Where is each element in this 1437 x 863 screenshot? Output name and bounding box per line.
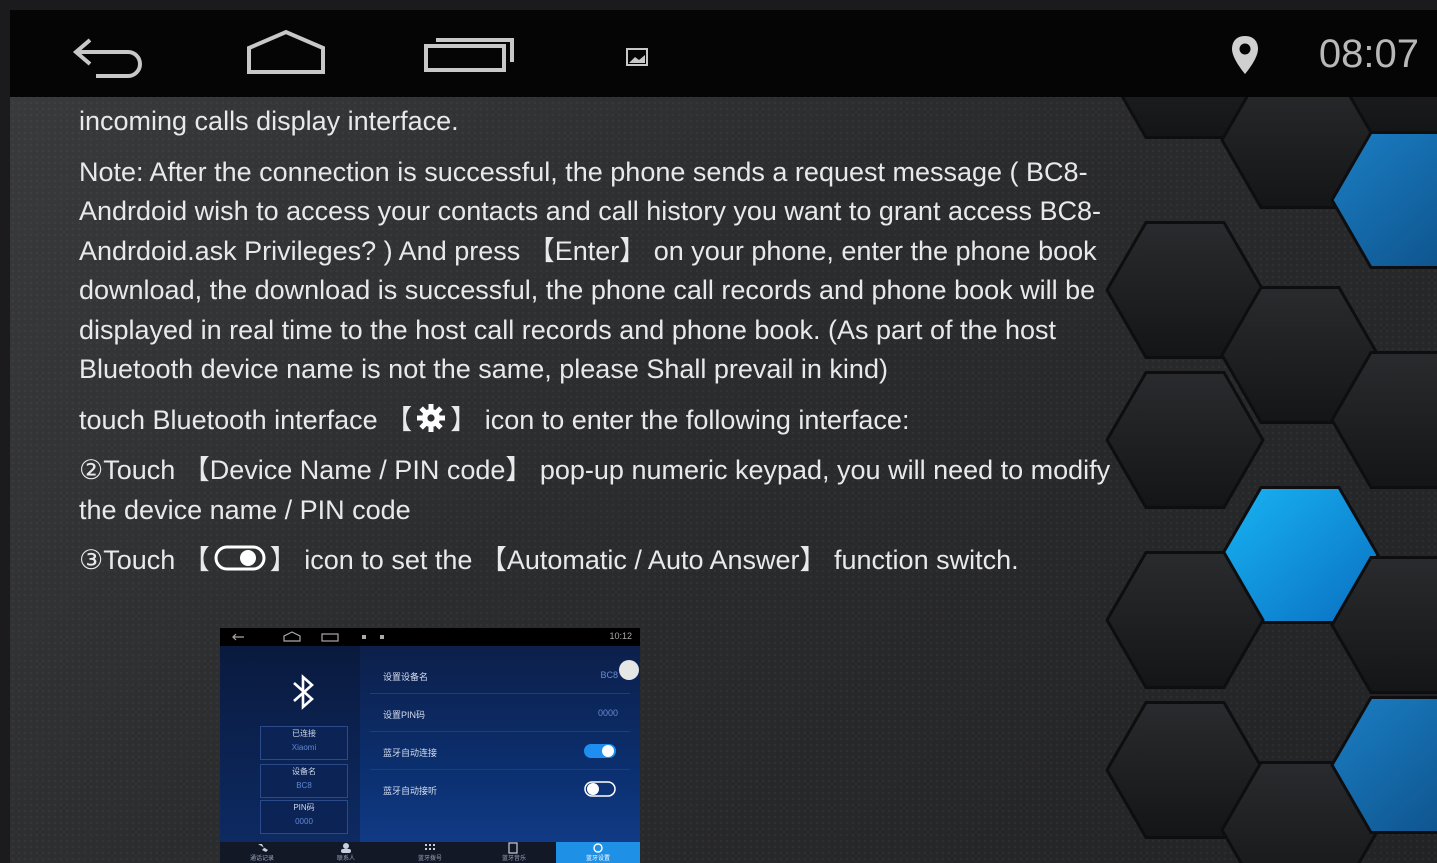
hexagon-tile	[1220, 486, 1380, 624]
back-icon[interactable]	[70, 32, 150, 78]
set-pin-row[interactable]: 设置PIN码 0000	[370, 694, 630, 732]
pin-code-box: PIN码 0000	[260, 800, 348, 834]
hexagon-tile	[1330, 556, 1437, 694]
screenshot-nav-icons	[232, 631, 384, 642]
gear-icon	[417, 403, 446, 432]
text-span: touch Bluetooth interface 【	[79, 404, 413, 435]
text-line: incoming calls display interface.	[79, 106, 459, 136]
connected-device-box: 已连接 Xiaomi	[260, 726, 348, 760]
text-span: 】 icon to enter the following interface:	[450, 404, 910, 435]
bluetooth-settings-instruction: touch Bluetooth interface 【 】 icon to en…	[79, 401, 1139, 441]
hexagon-tile	[1330, 351, 1437, 489]
app-window: 08:07 incoming calls display interface. …	[10, 10, 1437, 863]
screenshot-status-bar: 10:12	[220, 628, 640, 646]
step-2: ②Touch 【Device Name / PIN code】 pop-up n…	[79, 455, 1111, 525]
toggle-icon	[214, 545, 266, 571]
note-paragraph: Note: After the connection is successful…	[79, 156, 1101, 385]
manual-text: incoming calls display interface. Note: …	[79, 102, 1139, 581]
recents-icon[interactable]	[422, 32, 518, 74]
text-span: ③Touch 【	[79, 545, 210, 575]
hexagon-tile	[1220, 286, 1380, 424]
home-icon[interactable]	[245, 28, 327, 76]
device-name-box: 设备名 BC8	[260, 764, 348, 798]
hexagon-tile	[1105, 701, 1265, 839]
bluetooth-settings-screenshot: 10:12 已连接 Xiaomi 设备名 BC8 PIN码 0000 设置设备名 BC8…	[220, 628, 640, 863]
auto-connect-row[interactable]: 蓝牙自动连接	[370, 732, 630, 770]
step-3: ③Touch 【 】 icon to set the 【Automatic / …	[79, 541, 1139, 581]
auto-connect-toggle[interactable]	[584, 743, 616, 759]
hexagon-tile	[1330, 696, 1437, 834]
text-span: 】 icon to set the 【Automatic / Auto Answ…	[269, 545, 1019, 575]
hexagon-tile	[1330, 131, 1437, 269]
tab-bar-icons	[258, 842, 603, 854]
status-bar: 08:07	[10, 10, 1437, 97]
scroll-knob	[619, 660, 639, 680]
notification-image-icon	[626, 48, 648, 66]
screenshot-clock: 10:12	[609, 631, 632, 641]
hexagon-tile	[1220, 761, 1380, 863]
bluetooth-icon	[293, 674, 314, 710]
set-device-name-row[interactable]: 设置设备名 BC8	[370, 656, 630, 694]
auto-answer-toggle[interactable]	[584, 781, 616, 797]
screenshot-sidebar: 已连接 Xiaomi 设备名 BC8 PIN码 0000	[220, 646, 360, 842]
location-pin-icon	[1232, 36, 1258, 74]
clock: 08:07	[1318, 32, 1419, 76]
screenshot-tab-bar: 通话记录 联系人 蓝牙拨号 蓝牙音乐 蓝牙设置	[220, 842, 640, 863]
auto-answer-row[interactable]: 蓝牙自动接听	[370, 770, 630, 807]
